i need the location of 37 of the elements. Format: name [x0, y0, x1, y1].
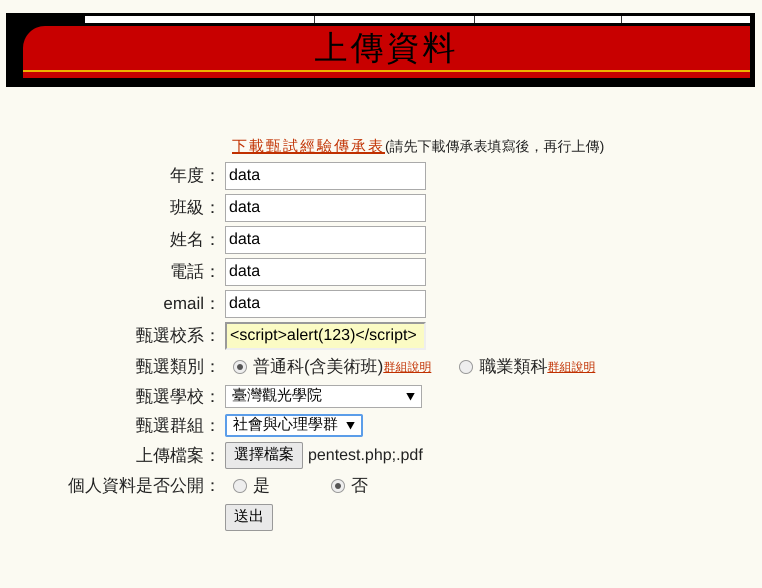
- radio-button[interactable]: [459, 360, 474, 374]
- option-label: 是: [253, 475, 270, 498]
- field-label: 班級：: [170, 198, 221, 218]
- download-note: (請先下載傳承表填寫後，再行上傳): [385, 137, 604, 156]
- option-label: 否: [351, 475, 368, 498]
- option-label: 職業類科: [479, 356, 548, 378]
- group-info-link[interactable]: 群組說明: [383, 358, 432, 376]
- field-label: 甄選類別：: [136, 357, 221, 376]
- dropdown-value: 臺灣觀光學院: [232, 386, 322, 406]
- text-field[interactable]: <script>alert(123)</script>: [225, 322, 426, 350]
- choose-file-button[interactable]: 選擇檔案: [225, 442, 303, 469]
- text-field[interactable]: data: [225, 226, 426, 254]
- text-field[interactable]: data: [225, 194, 426, 222]
- radio-button[interactable]: [331, 479, 345, 493]
- dropdown[interactable]: 社會與心理學群: [225, 414, 363, 437]
- field-label: 甄選群組：: [136, 416, 221, 435]
- option-label: 普通科(含美術班): [253, 356, 384, 378]
- field-label: email：: [163, 294, 221, 314]
- download-link[interactable]: 下載甄試經驗傳承表: [232, 136, 385, 158]
- submit-button[interactable]: 送出: [225, 504, 273, 530]
- text-field[interactable]: data: [225, 290, 426, 318]
- field-label: 甄選校系：: [136, 326, 221, 346]
- dropdown-value: 社會與心理學群: [233, 415, 338, 436]
- text-field[interactable]: data: [225, 162, 426, 190]
- field-label: 個人資料是否公開：: [68, 476, 221, 496]
- text-field[interactable]: data: [225, 258, 426, 286]
- file-name: pentest.php;.pdf: [308, 446, 423, 466]
- group-info-link[interactable]: 群組說明: [547, 358, 596, 376]
- field-label: 上傳檔案：: [136, 446, 221, 465]
- field-label: 甄選學校：: [136, 386, 221, 406]
- page-title: 上傳資料: [314, 27, 460, 70]
- radio-button[interactable]: [233, 360, 247, 374]
- radio-button[interactable]: [233, 479, 247, 493]
- dropdown[interactable]: 臺灣觀光學院: [225, 385, 422, 408]
- field-label: 年度：: [170, 166, 221, 186]
- field-label: 電話：: [170, 262, 221, 282]
- field-label: 姓名：: [170, 230, 221, 250]
